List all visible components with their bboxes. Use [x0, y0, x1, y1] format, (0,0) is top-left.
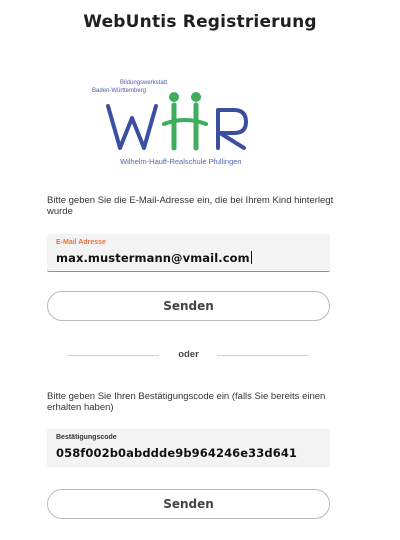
code-field-value[interactable]: 058f002b0abddde9b964246e33d641	[56, 446, 297, 460]
code-instruction: Bitte geben Sie Ihren Bestätigungscode e…	[47, 391, 326, 413]
send-email-button[interactable]: Senden	[47, 291, 330, 321]
email-instruction: Bitte geben Sie die E-Mail-Adresse ein, …	[47, 195, 334, 217]
text-cursor	[250, 251, 252, 264]
code-field-label: Bestätigungscode	[56, 434, 117, 441]
confirmation-code-field[interactable]: Bestätigungscode 058f002b0abddde9b964246…	[47, 429, 330, 467]
divider-line-right	[217, 355, 309, 356]
or-divider: oder	[47, 349, 330, 361]
school-logo: Bildungswerkstatt Baden-Württemberg Wilh…	[90, 72, 300, 172]
logo-caption: Wilhelm-Hauff-Realschule Pfullingen	[120, 157, 242, 166]
email-field[interactable]: E-Mail Adresse max.mustermann@vmail.com	[47, 234, 330, 272]
send-code-button[interactable]: Senden	[47, 489, 330, 519]
page-title: WebUntis Registrierung	[83, 12, 317, 32]
email-field-value-wrap[interactable]: max.mustermann@vmail.com	[56, 251, 252, 265]
registration-page: WebUntis Registrierung Bildungswerkstatt…	[0, 0, 400, 540]
email-field-value[interactable]: max.mustermann@vmail.com	[56, 251, 250, 265]
email-field-label: E-Mail Adresse	[56, 239, 106, 246]
